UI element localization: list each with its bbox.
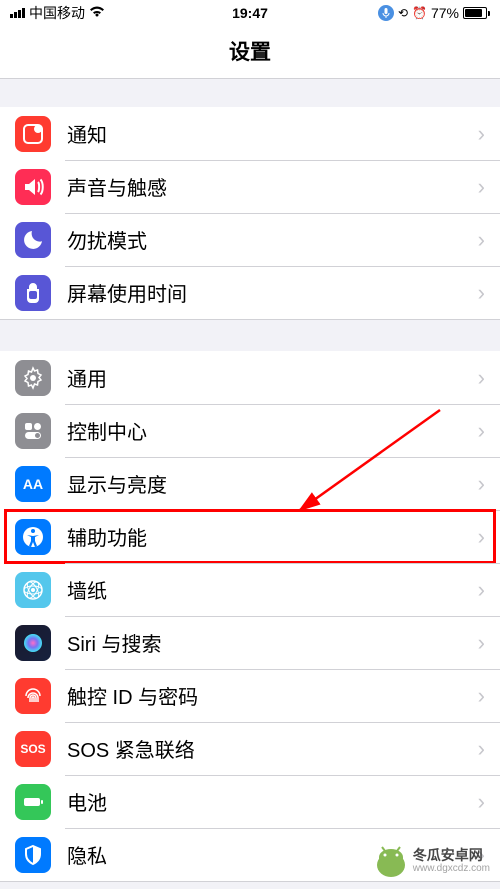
- sound-icon: [15, 169, 51, 205]
- chevron-right-icon: ›: [478, 280, 485, 306]
- chevron-right-icon: ›: [478, 630, 485, 656]
- status-left: 中国移动: [10, 3, 105, 23]
- row-label: 通用: [67, 363, 478, 392]
- settings-row-sos[interactable]: SOS SOS 紧急联络›: [0, 722, 500, 775]
- dnd-icon: [15, 222, 51, 258]
- settings-row-dnd[interactable]: 勿扰模式›: [0, 213, 500, 266]
- mic-icon: [378, 5, 394, 21]
- settings-row-siri[interactable]: Siri 与搜索›: [0, 616, 500, 669]
- chevron-right-icon: ›: [478, 418, 485, 444]
- row-label: 控制中心: [67, 416, 478, 445]
- notif-icon: [15, 116, 51, 152]
- battery-percent: 77%: [431, 5, 459, 21]
- settings-row-screentime[interactable]: 屏幕使用时间›: [0, 266, 500, 319]
- row-label: 墙纸: [67, 575, 478, 604]
- chevron-right-icon: ›: [478, 524, 485, 550]
- status-bar: 中国移动 19:47 ⟲ ⏰ 77%: [0, 0, 500, 22]
- row-label: Siri 与搜索: [67, 628, 478, 657]
- chevron-right-icon: ›: [478, 683, 485, 709]
- chevron-right-icon: ›: [478, 577, 485, 603]
- watermark-text: 冬瓜安卓网 www.dgxcdz.com: [413, 847, 490, 876]
- row-label: 电池: [67, 787, 478, 816]
- carrier-label: 中国移动: [29, 3, 85, 23]
- status-right: ⟲ ⏰ 77%: [378, 5, 490, 21]
- orientation-lock-icon: ⟲: [398, 6, 408, 20]
- settings-section: 通用›控制中心›AA显示与亮度›辅助功能›墙纸›Siri 与搜索›触控 ID 与…: [0, 351, 500, 881]
- row-label: 通知: [67, 119, 478, 148]
- siri-icon: [15, 625, 51, 661]
- control-icon: [15, 413, 51, 449]
- settings-row-notifications[interactable]: 通知›: [0, 107, 500, 160]
- row-label: SOS 紧急联络: [67, 734, 478, 763]
- settings-row-display[interactable]: AA 显示与亮度›: [0, 457, 500, 510]
- settings-section: 通知›声音与触感›勿扰模式›屏幕使用时间›: [0, 107, 500, 319]
- chevron-right-icon: ›: [478, 365, 485, 391]
- settings-row-touchid[interactable]: 触控 ID 与密码›: [0, 669, 500, 722]
- settings-row-accessibility[interactable]: 辅助功能›: [0, 510, 500, 563]
- settings-row-sounds[interactable]: 声音与触感›: [0, 160, 500, 213]
- watermark-logo-icon: [375, 843, 407, 879]
- row-label: 勿扰模式: [67, 225, 478, 254]
- signal-icon: [10, 8, 25, 18]
- privacy-icon: [15, 837, 51, 873]
- row-label: 显示与亮度: [67, 469, 478, 498]
- row-label: 触控 ID 与密码: [67, 681, 478, 710]
- display-icon: AA: [15, 466, 51, 502]
- settings-row-general[interactable]: 通用›: [0, 351, 500, 404]
- row-label: 辅助功能: [67, 522, 478, 551]
- row-label: 声音与触感: [67, 172, 478, 201]
- alarm-icon: ⏰: [412, 6, 427, 20]
- settings-row-battery[interactable]: 电池›: [0, 775, 500, 828]
- watermark: 冬瓜安卓网 www.dgxcdz.com: [375, 843, 490, 879]
- general-icon: [15, 360, 51, 396]
- sos-icon: SOS: [15, 731, 51, 767]
- chevron-right-icon: ›: [478, 121, 485, 147]
- wifi-icon: [89, 6, 105, 21]
- row-label: 屏幕使用时间: [67, 278, 478, 307]
- chevron-right-icon: ›: [478, 789, 485, 815]
- chevron-right-icon: ›: [478, 174, 485, 200]
- watermark-title: 冬瓜安卓网: [413, 847, 490, 864]
- screen-icon: [15, 275, 51, 311]
- chevron-right-icon: ›: [478, 227, 485, 253]
- watermark-url: www.dgxcdz.com: [413, 863, 490, 875]
- settings-row-control[interactable]: 控制中心›: [0, 404, 500, 457]
- page-title: 设置: [0, 22, 500, 79]
- access-icon: [15, 519, 51, 555]
- battery-icon: [463, 7, 490, 19]
- wallpaper-icon: [15, 572, 51, 608]
- settings-row-wallpaper[interactable]: 墙纸›: [0, 563, 500, 616]
- chevron-right-icon: ›: [478, 471, 485, 497]
- status-time: 19:47: [232, 5, 268, 21]
- battery-icon: [15, 784, 51, 820]
- chevron-right-icon: ›: [478, 736, 485, 762]
- touchid-icon: [15, 678, 51, 714]
